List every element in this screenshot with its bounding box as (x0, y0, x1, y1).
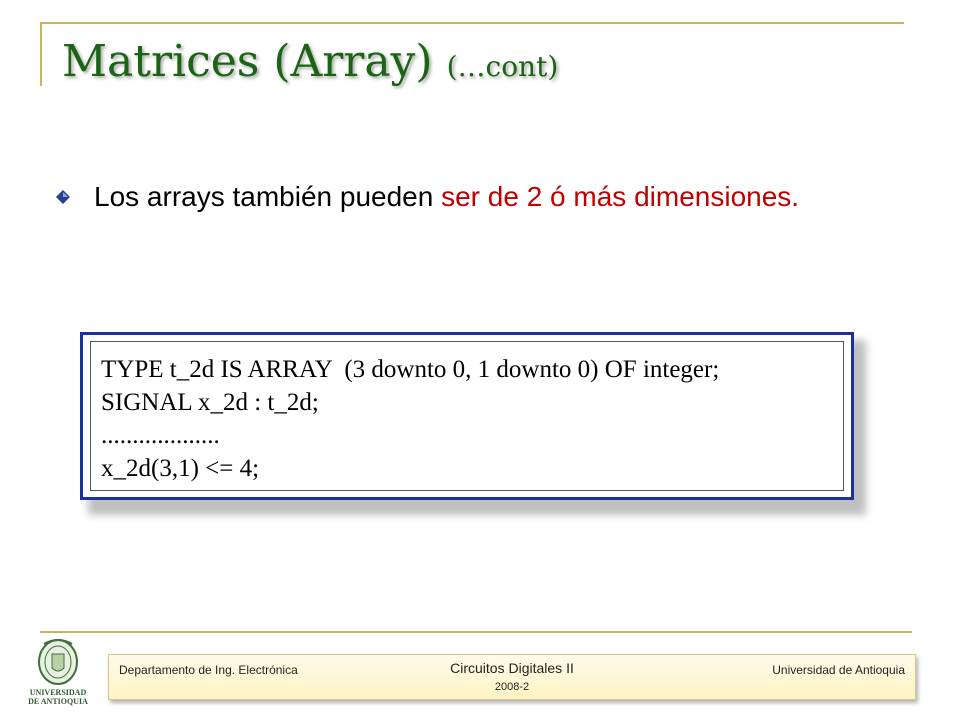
title-suffix: (…cont) (446, 50, 559, 83)
footer-university: Universidad de Antioquia (772, 663, 905, 677)
code-line-3: ................... (101, 422, 220, 449)
code-line-2: SIGNAL x_2d : t_2d; (101, 389, 319, 416)
code-box: TYPE t_2d IS ARRAY (3 downto 0, 1 downto… (80, 332, 854, 500)
logo-text-line1: UNIVERSIDAD (29, 688, 87, 697)
left-divider (40, 22, 42, 86)
logo-text-line2: DE ANTIOQUIA (28, 697, 88, 706)
title-main: Matrices (Array) (62, 36, 433, 87)
bottom-divider (40, 631, 912, 633)
code-inner-frame: TYPE t_2d IS ARRAY (3 downto 0, 1 downto… (90, 341, 844, 491)
bullet-text-highlight: ser de 2 ó más dimensiones. (441, 181, 800, 212)
university-logo-text: UNIVERSIDAD DE ANTIOQUIA (22, 688, 94, 706)
diamond-bullet-icon (56, 190, 70, 209)
footer-year: 2008-2 (494, 681, 530, 693)
code-line-4: x_2d(3,1) <= 4; (101, 455, 260, 482)
top-divider (40, 22, 904, 24)
bullet-text: Los arrays también pueden ser de 2 ó más… (94, 178, 904, 215)
footer-bar: Departamento de Ing. Electrónica Circuit… (108, 654, 916, 700)
code-line-1: TYPE t_2d IS ARRAY (3 downto 0, 1 downto… (101, 356, 720, 383)
slide-title: Matrices (Array) (…cont) (62, 36, 558, 87)
bullet-text-plain: Los arrays también pueden (94, 181, 442, 212)
